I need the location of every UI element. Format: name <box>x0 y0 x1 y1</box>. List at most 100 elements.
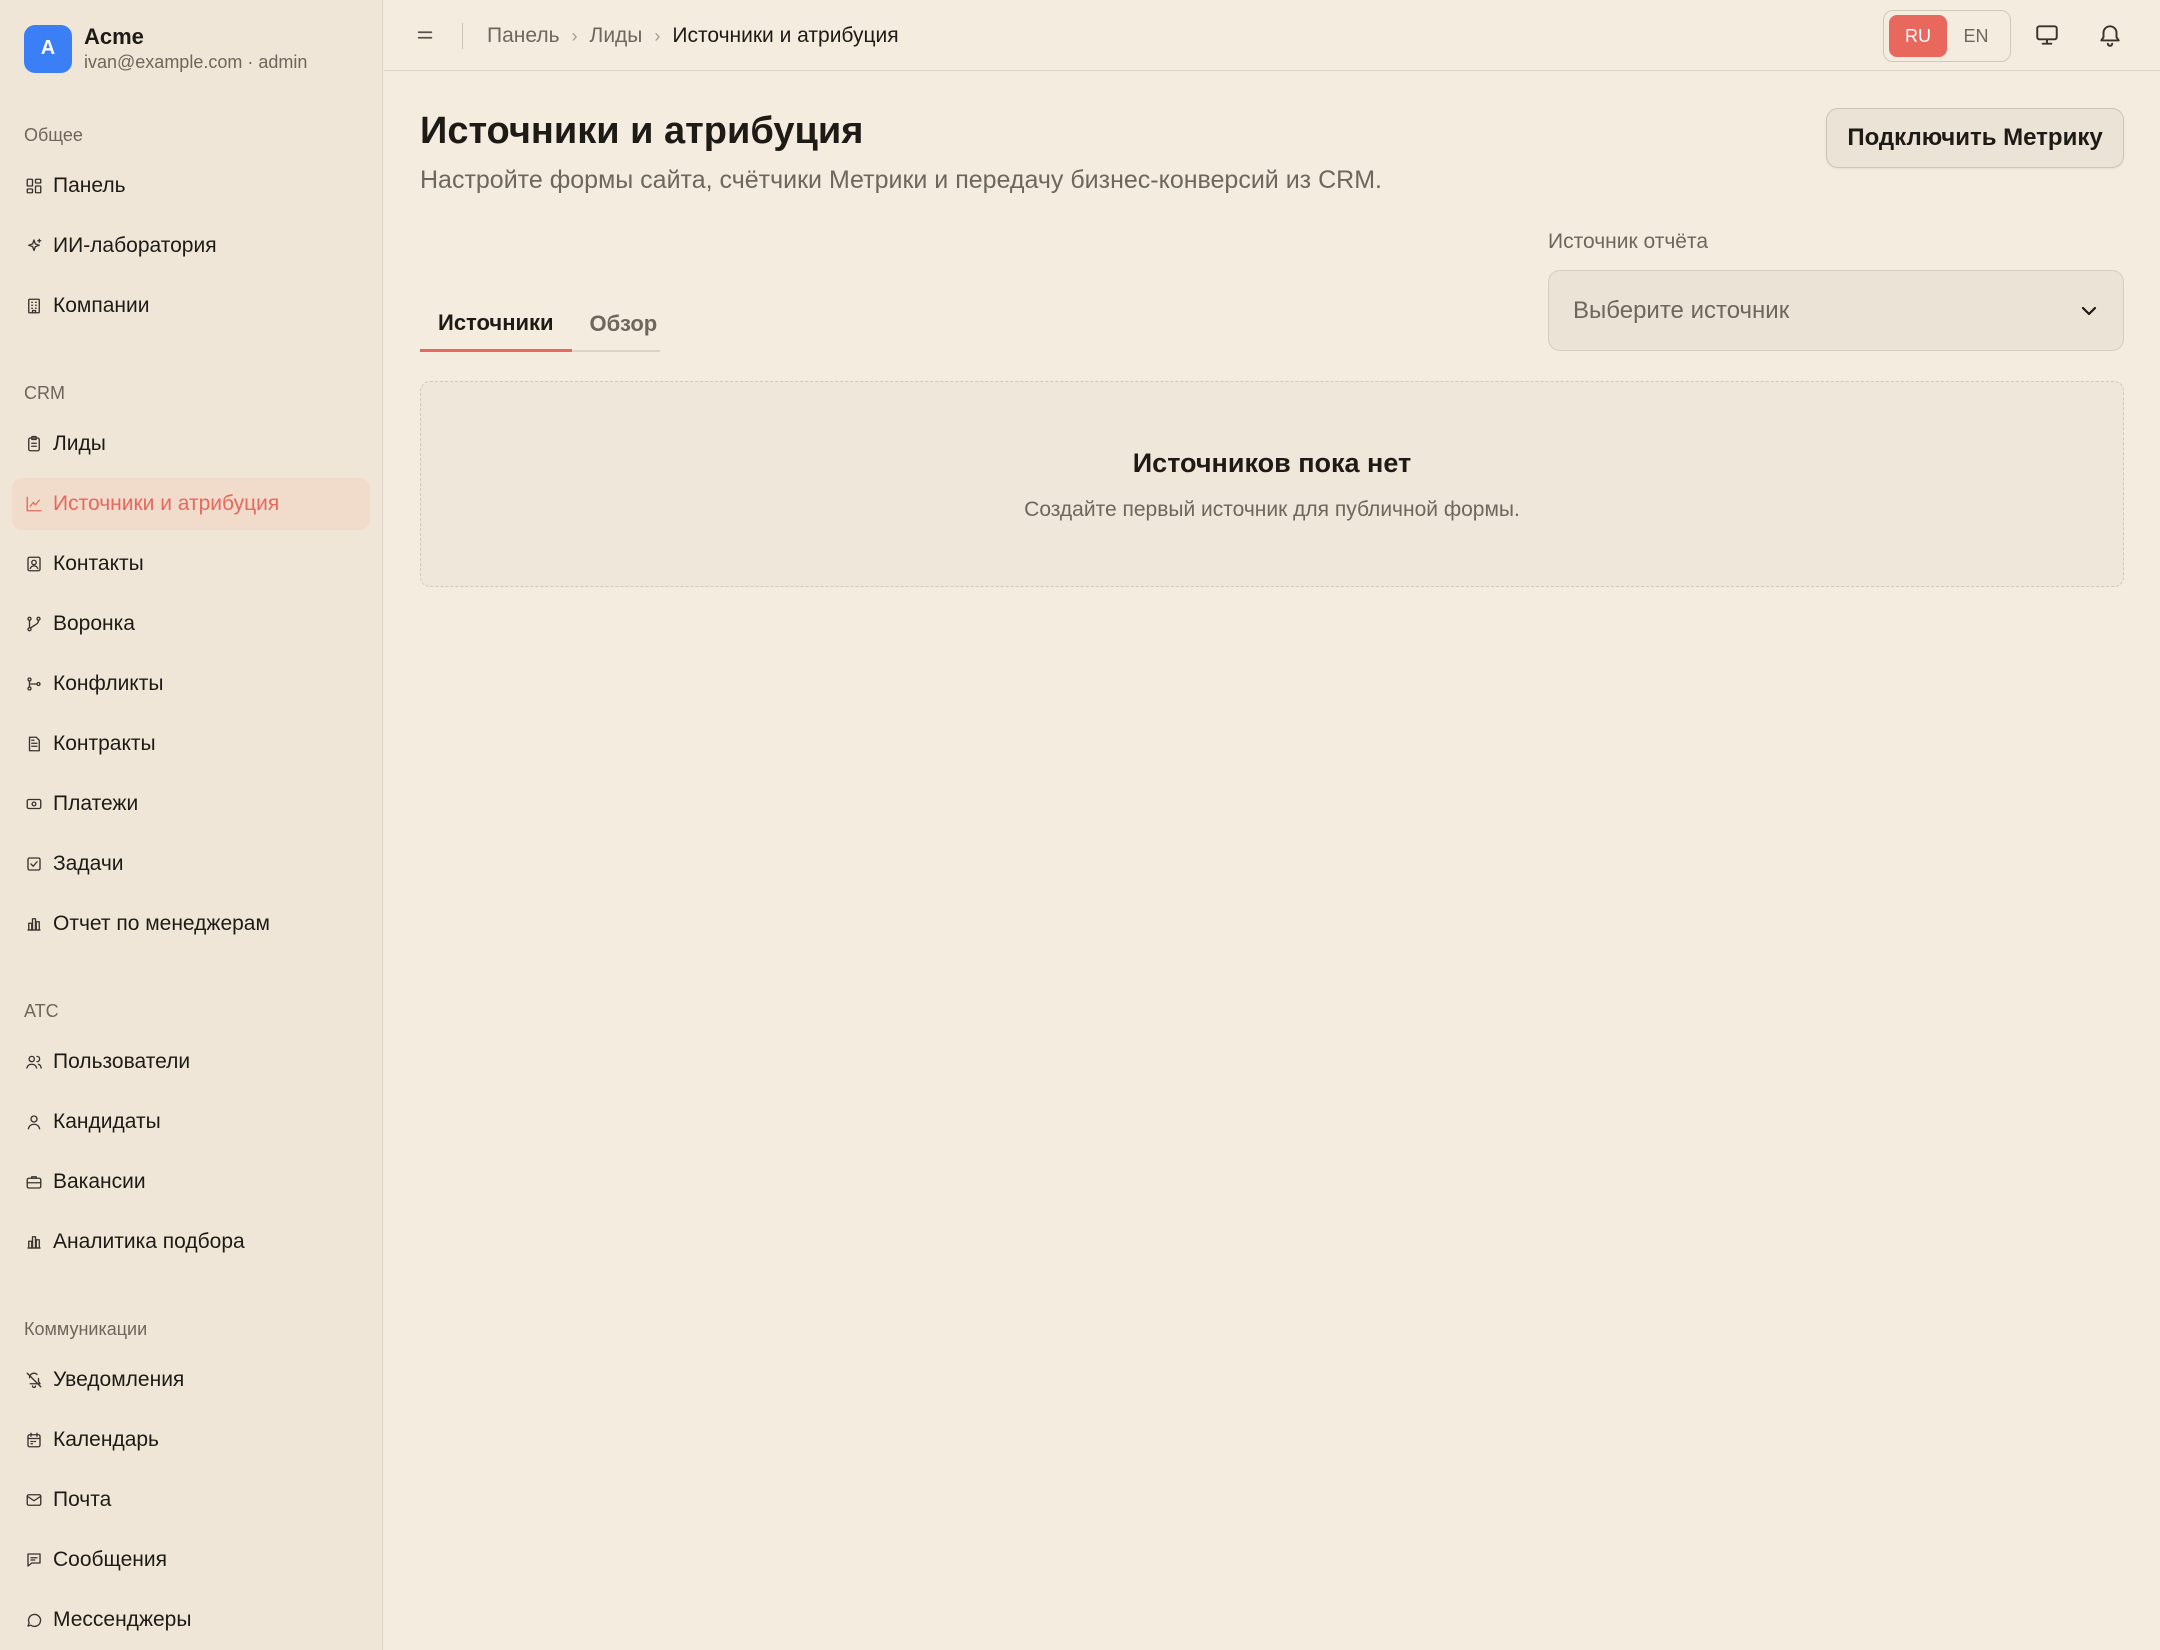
calendar-icon <box>24 1430 44 1450</box>
sidebar-item-tasks[interactable]: Задачи <box>12 838 370 890</box>
sidebar-item-payments[interactable]: Платежи <box>12 778 370 830</box>
message-square-icon <box>24 1550 44 1570</box>
dashboard-icon <box>24 176 44 196</box>
funnel-icon <box>24 614 44 634</box>
divider <box>462 23 463 49</box>
bar-chart-icon <box>24 1232 44 1252</box>
sidebar-item-label: Панель <box>53 174 126 197</box>
sidebar-item-label: Лиды <box>53 432 106 455</box>
chevron-right-icon: › <box>654 26 661 46</box>
breadcrumb-leads[interactable]: Лиды <box>590 22 643 50</box>
sidebar-item-sources-attribution[interactable]: Источники и атрибуция <box>12 478 370 530</box>
sidebar-item-messages[interactable]: Сообщения <box>12 1534 370 1586</box>
tab-overview[interactable]: Обзор <box>572 296 676 352</box>
nav-section-title-general: Общее <box>24 125 83 145</box>
brand-avatar: A <box>24 24 72 73</box>
nav-section-title-crm: CRM <box>24 383 65 403</box>
sidebar-item-label: Календарь <box>53 1428 159 1451</box>
sidebar-item-label: Пользователи <box>53 1050 191 1073</box>
sidebar-item-label: Компании <box>53 294 150 317</box>
sidebar-item-label: Уведомления <box>53 1368 185 1391</box>
chevron-right-icon: › <box>571 26 578 46</box>
user-icon <box>24 1112 44 1132</box>
connect-metrika-button[interactable]: Подключить Метрику <box>1826 108 2124 168</box>
sidebar-item-notifications[interactable]: Уведомления <box>12 1354 370 1406</box>
lang-ru-button[interactable]: RU <box>1889 15 1947 57</box>
report-source-placeholder: Выберите источник <box>1573 296 1790 324</box>
sidebar-item-dashboard[interactable]: Панель <box>12 160 370 212</box>
sidebar-item-label: Платежи <box>53 792 139 815</box>
lang-en-button[interactable]: EN <box>1947 15 2005 57</box>
language-switcher: RU EN <box>1883 10 2011 62</box>
empty-state-subtitle: Создайте первый источник для публичной ф… <box>1024 498 1520 521</box>
chevron-down-icon <box>2077 299 2101 323</box>
sidebar-item-label: Почта <box>53 1488 112 1511</box>
monitor-icon[interactable] <box>2034 22 2062 50</box>
brand-name: Acme <box>84 24 144 49</box>
sidebar-item-label: Аналитика подбора <box>53 1230 245 1253</box>
page-subtitle: Настройте формы сайта, счётчики Метрики … <box>420 166 1382 194</box>
sidebar: A Acme ivan@example.com · admin Общее Па… <box>0 0 383 1650</box>
bell-off-icon <box>24 1370 44 1390</box>
brand-block[interactable]: A Acme ivan@example.com · admin <box>24 24 307 73</box>
sidebar-item-label: Источники и атрибуция <box>53 492 280 515</box>
topbar: Панель › Лиды › Источники и атрибуция RU… <box>384 0 2160 71</box>
sidebar-item-recruiting-analytics[interactable]: Аналитика подбора <box>12 1216 370 1268</box>
nav-section-title-atc: ATC <box>24 1001 59 1021</box>
page-title: Источники и атрибуция <box>420 110 864 152</box>
sidebar-item-contracts[interactable]: Контракты <box>12 718 370 770</box>
users-icon <box>24 1052 44 1072</box>
sidebar-item-messengers[interactable]: Мессенджеры <box>12 1594 370 1646</box>
sidebar-item-label: Контакты <box>53 552 144 575</box>
sparkles-icon <box>24 236 44 256</box>
bell-icon[interactable] <box>2097 22 2125 50</box>
empty-state-title: Источников пока нет <box>1132 448 1412 478</box>
git-branch-icon <box>24 674 44 694</box>
briefcase-icon <box>24 1172 44 1192</box>
building-icon <box>24 296 44 316</box>
tab-sources[interactable]: Источники <box>420 296 572 352</box>
brand-user: ivan@example.com · admin <box>84 52 308 72</box>
breadcrumb-dashboard[interactable]: Панель <box>487 22 560 50</box>
sidebar-item-vacancies[interactable]: Вакансии <box>12 1156 370 1208</box>
breadcrumb: Панель › Лиды › Источники и атрибуция <box>487 22 899 50</box>
breadcrumb-current: Источники и атрибуция <box>672 24 899 47</box>
sidebar-item-ai-lab[interactable]: ИИ-лаборатория <box>12 220 370 272</box>
brand-text: Acme ivan@example.com · admin <box>84 24 307 73</box>
sidebar-item-companies[interactable]: Компании <box>12 280 370 332</box>
sidebar-item-label: Сообщения <box>53 1548 167 1571</box>
nav-section-title-communications: Коммуникации <box>24 1319 148 1339</box>
chart-line-icon <box>24 494 44 514</box>
empty-state: Источников пока нет Создайте первый исто… <box>420 381 2124 587</box>
sidebar-item-label: Мессенджеры <box>53 1608 192 1631</box>
sidebar-item-leads[interactable]: Лиды <box>12 418 370 470</box>
sidebar-item-users[interactable]: Пользователи <box>12 1036 370 1088</box>
sidebar-item-label: Задачи <box>53 852 124 875</box>
mail-icon <box>24 1490 44 1510</box>
sidebar-item-label: Конфликты <box>53 672 164 695</box>
report-source-select[interactable]: Выберите источник <box>1548 270 2124 351</box>
sidebar-item-label: Отчет по менеджерам <box>53 912 270 935</box>
sidebar-item-funnel[interactable]: Воронка <box>12 598 370 650</box>
sidebar-item-label: Вакансии <box>53 1170 146 1193</box>
message-circle-icon <box>24 1610 44 1630</box>
menu-icon[interactable] <box>414 24 438 48</box>
sidebar-item-contacts[interactable]: Контакты <box>12 538 370 590</box>
checkbox-icon <box>24 854 44 874</box>
document-icon <box>24 734 44 754</box>
sidebar-item-calendar[interactable]: Календарь <box>12 1414 370 1466</box>
sidebar-item-mail[interactable]: Почта <box>12 1474 370 1526</box>
contact-icon <box>24 554 44 574</box>
sidebar-item-label: ИИ-лаборатория <box>53 234 217 257</box>
clipboard-icon <box>24 434 44 454</box>
report-source-label: Источник отчёта <box>1548 230 1709 253</box>
sidebar-item-manager-report[interactable]: Отчет по менеджерам <box>12 898 370 950</box>
sidebar-item-label: Контракты <box>53 732 156 755</box>
bar-chart-icon <box>24 914 44 934</box>
banknote-icon <box>24 794 44 814</box>
sidebar-item-label: Воронка <box>53 612 135 635</box>
sidebar-item-label: Кандидаты <box>53 1110 161 1133</box>
tabs: Источники Обзор <box>420 296 660 352</box>
sidebar-item-conflicts[interactable]: Конфликты <box>12 658 370 710</box>
sidebar-item-candidates[interactable]: Кандидаты <box>12 1096 370 1148</box>
